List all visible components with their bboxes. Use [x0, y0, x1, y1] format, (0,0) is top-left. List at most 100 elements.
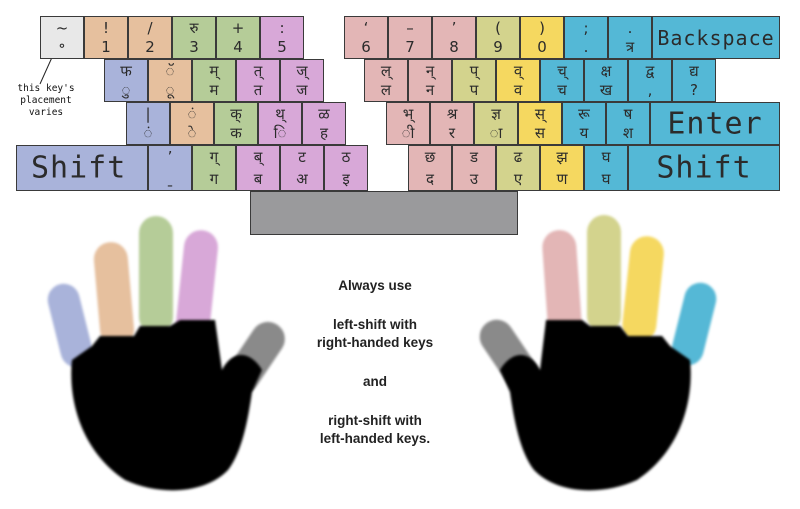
k-l-base-char: स: [534, 124, 546, 142]
k-q-base-char: ु: [121, 81, 131, 99]
k-k-base-char: ा: [489, 124, 503, 142]
k-slash-key[interactable]: घघ: [584, 145, 628, 191]
k-semicolon-base-char: य: [579, 124, 589, 142]
k-9-shift-char: (: [495, 19, 501, 37]
k-slash-base-char: घ: [601, 170, 611, 188]
k-d-shift-char: क्: [230, 105, 242, 123]
k-a-key[interactable]: |ं: [126, 102, 170, 145]
k-1-key[interactable]: ! 1: [84, 16, 128, 59]
k-grave-key[interactable]: ~ ॰: [40, 16, 84, 59]
k-period-key[interactable]: झण: [540, 145, 584, 191]
k-backspace-key[interactable]: Backspace: [652, 16, 780, 59]
k-o-shift-char: व्: [513, 62, 523, 80]
spacebar-key[interactable]: [250, 191, 518, 235]
k-grave-base-char: ॰: [58, 38, 66, 56]
k-9-key[interactable]: (9: [476, 16, 520, 59]
k-rbracket-shift-char: द्व: [645, 62, 655, 80]
k-i-shift-char: प्: [469, 62, 479, 80]
k-s-key[interactable]: ंे: [170, 102, 214, 145]
k-0-key[interactable]: ) 0: [520, 16, 564, 59]
k-k-key[interactable]: ज्ञा: [474, 102, 518, 145]
k-j-key[interactable]: श्र र: [430, 102, 474, 145]
k-f-base-char: ि: [273, 124, 287, 142]
k-m-base-char: उ: [469, 170, 479, 188]
k-q-key[interactable]: फु: [104, 59, 148, 102]
k-j-shift-char: श्र: [446, 105, 458, 123]
k-backslash-base-char: ?: [690, 81, 698, 99]
k-7-shift-char: –: [406, 19, 414, 37]
k-8-key[interactable]: ’ 8: [432, 16, 476, 59]
k-s-shift-char: ं: [187, 105, 197, 123]
left-middle-finger: [139, 216, 173, 334]
k-period-base-char: ण: [556, 170, 568, 188]
k-p-shift-char: च्: [557, 62, 567, 80]
k-backslash-key[interactable]: द्य?: [672, 59, 716, 102]
k-h-key[interactable]: भ्ी: [386, 102, 430, 145]
k-comma-shift-char: ढ: [513, 148, 523, 166]
k-p-base-char: च: [557, 81, 567, 99]
k-j-base-char: र: [448, 124, 456, 142]
k-u-key[interactable]: न् न: [408, 59, 452, 102]
k-v-key[interactable]: टअ: [280, 145, 324, 191]
k-quote-key[interactable]: षश: [606, 102, 650, 145]
k-t-shift-char: ज्: [296, 62, 308, 80]
k-equal-shift-char: .: [627, 19, 633, 37]
k-o-key[interactable]: व् व: [496, 59, 540, 102]
k-0-base-char: 0: [537, 38, 547, 56]
k-y-shift-char: ल्: [380, 62, 392, 80]
k-lbracket-base-char: ख: [599, 81, 613, 99]
k-5-key[interactable]: :5: [260, 16, 304, 59]
k-g-key[interactable]: ळह: [302, 102, 346, 145]
k-f-shift-char: थ्: [275, 105, 285, 123]
k-enter-key[interactable]: Enter: [650, 102, 780, 145]
left-hand: [47, 216, 285, 491]
k-rshift-label: Shift: [656, 150, 752, 186]
k-x-key[interactable]: ग् ग: [192, 145, 236, 191]
k-n-base-char: द: [426, 170, 434, 188]
k-minus-key[interactable]: ;.: [564, 16, 608, 59]
k-2-key[interactable]: /2: [128, 16, 172, 59]
k-semicolon-key[interactable]: रू य: [562, 102, 606, 145]
k-6-base-char: 6: [361, 38, 371, 56]
k-h-shift-char: भ्: [402, 105, 414, 123]
k-p-key[interactable]: च् च: [540, 59, 584, 102]
k-r-key[interactable]: त् त: [236, 59, 280, 102]
k-enter-label: Enter: [667, 106, 763, 141]
k-t-key[interactable]: ज् ज: [280, 59, 324, 102]
k-q-shift-char: फ: [120, 62, 132, 80]
k-z-key[interactable]: ʼˍ: [148, 145, 192, 191]
k-lbracket-key[interactable]: क्ष ख: [584, 59, 628, 102]
k-a-base-char: ं: [143, 124, 153, 142]
k-c-key[interactable]: ब् ब: [236, 145, 280, 191]
k-t-base-char: ज: [296, 81, 308, 99]
k-b-key[interactable]: ठइ: [324, 145, 368, 191]
k-comma-key[interactable]: ढए: [496, 145, 540, 191]
k-u-shift-char: न्: [425, 62, 435, 80]
k-z-shift-char: ʼ: [167, 148, 173, 166]
placement-note: this key's placement varies: [17, 83, 75, 118]
k-c-shift-char: ब्: [253, 148, 263, 166]
instruction-line-2: left-shift with: [333, 317, 417, 332]
k-y-base-char: ल: [380, 81, 392, 99]
k-7-key[interactable]: –7: [388, 16, 432, 59]
k-lshift-key[interactable]: Shift: [16, 145, 148, 191]
k-rshift-key[interactable]: Shift: [628, 145, 780, 191]
k-f-key[interactable]: थ्ि: [258, 102, 302, 145]
k-m-key[interactable]: डउ: [452, 145, 496, 191]
k-equal-key[interactable]: . त्र: [608, 16, 652, 59]
k-y-key[interactable]: ल् ल: [364, 59, 408, 102]
k-slash-shift-char: घ: [601, 148, 611, 166]
k-i-key[interactable]: प् प: [452, 59, 496, 102]
k-d-key[interactable]: क् क: [214, 102, 258, 145]
k-equal-base-char: त्र: [625, 38, 635, 56]
k-w-key[interactable]: ॅू: [148, 59, 192, 102]
k-3-key[interactable]: रु 3: [172, 16, 216, 59]
k-e-key[interactable]: म् म: [192, 59, 236, 102]
k-6-key[interactable]: ‘6: [344, 16, 388, 59]
k-l-key[interactable]: स् स: [518, 102, 562, 145]
k-v-shift-char: ट: [298, 148, 306, 166]
k-n-key[interactable]: छद: [408, 145, 452, 191]
right-middle-finger: [587, 215, 621, 333]
k-rbracket-key[interactable]: द्व,: [628, 59, 672, 102]
k-4-key[interactable]: +4: [216, 16, 260, 59]
